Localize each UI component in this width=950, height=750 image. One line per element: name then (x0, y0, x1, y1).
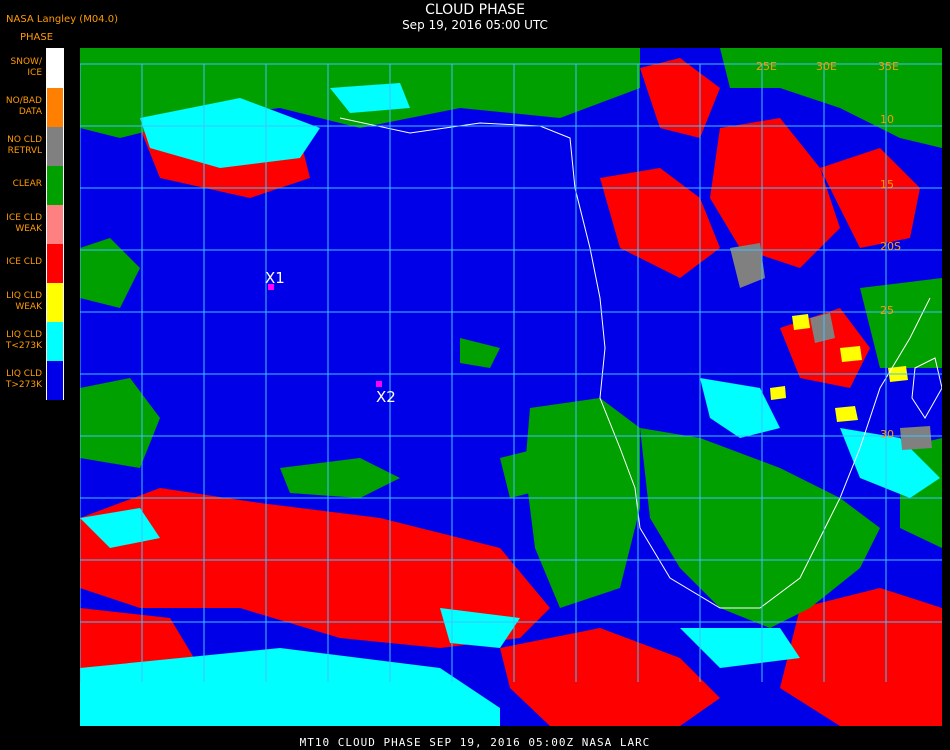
lat-label-25: 25 (880, 304, 894, 317)
legend-swatch-4 (47, 205, 63, 244)
lon-label-30e: 30E (816, 60, 837, 73)
legend-labels: SNOW/ ICE NO/BAD DATA NO CLD RETRVL CLEA… (0, 48, 42, 399)
legend-swatch-5 (47, 244, 63, 283)
legend-title: PHASE (20, 32, 54, 43)
lat-label-15: 15 (880, 178, 894, 191)
legend-label-no-cld-retrvl: NO CLD RETRVL (7, 134, 42, 156)
legend-colorbar (46, 48, 64, 400)
lat-label-30: 30 (880, 428, 894, 441)
legend-label-ice-cld-weak: ICE CLD WEAK (6, 212, 42, 234)
lat-label-20s: 20S (880, 240, 901, 253)
lon-label-25e: 25E (756, 60, 777, 73)
marker-x2-label: X2 (376, 388, 396, 406)
legend-swatch-2 (47, 127, 63, 166)
legend-swatch-7 (47, 322, 63, 361)
legend-swatch-0 (47, 49, 63, 88)
marker-x1-label: X1 (265, 269, 285, 287)
legend-label-snow-ice: SNOW/ ICE (10, 56, 42, 78)
legend-swatch-6 (47, 283, 63, 322)
page-title: CLOUD PHASE (425, 2, 525, 18)
marker-x2-point[interactable] (376, 381, 382, 387)
legend-label-liq-cld-warm: LIQ CLD T>273K (5, 368, 42, 390)
legend-swatch-1 (47, 88, 63, 127)
legend-swatch-8 (47, 361, 63, 400)
timestamp-subtitle: Sep 19, 2016 05:00 UTC (402, 18, 548, 32)
lat-label-10: 10 (880, 113, 894, 126)
footer-caption: MT10 CLOUD PHASE SEP 19, 2016 05:00Z NAS… (299, 736, 651, 749)
lon-label-35e: 35E (878, 60, 899, 73)
map-panel[interactable]: 25E 30E 35E 10 15 20S 25 30 X1 X2 (80, 48, 942, 726)
legend-label-liq-cld-cold: LIQ CLD T<273K (5, 329, 42, 351)
legend-label-ice-cld: ICE CLD (6, 257, 42, 267)
legend-label-clear: CLEAR (12, 179, 42, 189)
legend-swatch-3 (47, 166, 63, 205)
cloud-phase-map: 25E 30E 35E 10 15 20S 25 30 X1 X2 (80, 48, 942, 726)
legend-label-liq-cld-weak: LIQ CLD WEAK (6, 290, 42, 312)
legend-label-no-bad-data: NO/BAD DATA (5, 95, 42, 117)
